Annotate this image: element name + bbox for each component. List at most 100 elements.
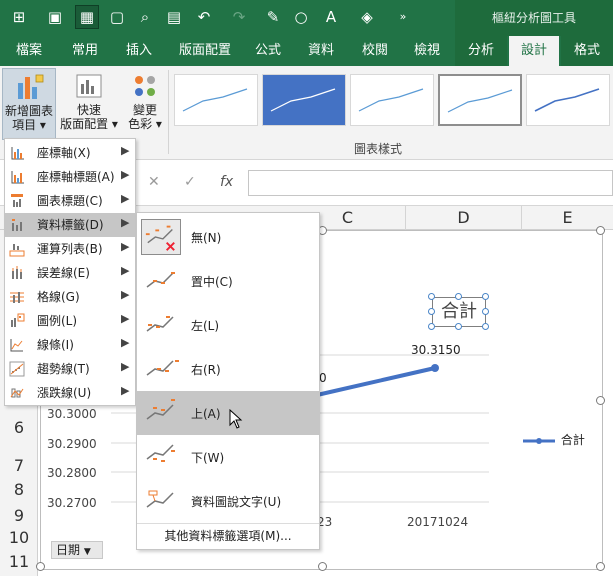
tab-view[interactable]: 檢視 (404, 36, 450, 66)
axis-titles-icon (11, 171, 24, 184)
chart-legend[interactable]: 合計 (521, 431, 585, 448)
row-header-6[interactable]: 6 (0, 418, 38, 437)
data-label[interactable]: 30.3150 (411, 343, 461, 357)
data-labels-submenu: 無(N) 置中(C) 左(L) 右(R) 上(A) 下(W) 資料圖說文字(U)… (136, 212, 320, 550)
add-chart-element-button[interactable]: 新增圖表 項目 ▾ (2, 68, 56, 140)
formula-input[interactable] (248, 170, 613, 196)
title-handle[interactable] (428, 308, 435, 315)
cancel-icon[interactable]: ✕ (148, 174, 160, 190)
data-label-partial: 0 (319, 371, 327, 385)
more-commands-icon[interactable]: » (392, 6, 414, 28)
title-handle[interactable] (482, 323, 489, 330)
chart-resize-handle[interactable] (36, 562, 45, 571)
row-header-9[interactable]: 9 (0, 506, 38, 525)
title-handle[interactable] (482, 293, 489, 300)
data-label-none-option[interactable]: 無(N) (137, 215, 319, 259)
chart-resize-handle[interactable] (596, 562, 605, 571)
chart-title-icon (11, 194, 23, 207)
tab-review[interactable]: 校閱 (352, 36, 398, 66)
date-field-label: 日期 (56, 543, 81, 557)
menu-item-axis-titles[interactable]: 座標軸標題(A) ▶ (5, 165, 135, 189)
menu-item-up-down-bars[interactable]: 漲跌線(U) ▶ (5, 381, 135, 405)
data-label-above-option[interactable]: 上(A) (137, 391, 319, 435)
tab-insert[interactable]: 插入 (114, 36, 164, 66)
submenu-arrow-icon: ▶ (121, 216, 130, 229)
print-preview-icon[interactable]: ⌕ (134, 6, 156, 28)
menu-item-legend[interactable]: 圖例(L) ▶ (5, 309, 135, 333)
tab-analyze[interactable]: 分析 (455, 36, 507, 66)
menu-item-data-labels[interactable]: 資料標籤(D) ▶ (5, 213, 135, 237)
insert-function-icon[interactable]: fx (220, 174, 233, 190)
menu-item-error-bars[interactable]: 誤差線(E) ▶ (5, 261, 135, 285)
gridlines-icon (10, 292, 24, 303)
tab-page-layout[interactable]: 版面配置 (172, 36, 238, 66)
chart-style-3[interactable] (350, 74, 434, 126)
more-data-label-options[interactable]: 其他資料標籤選項(M)... (137, 523, 319, 549)
date-field-button[interactable]: 日期 ▼ (51, 541, 103, 559)
series-point[interactable] (431, 364, 439, 372)
quick-layout-button[interactable]: 快速 版面配置 ▾ (58, 68, 120, 140)
tab-design[interactable]: 設計 (509, 36, 559, 66)
title-handle[interactable] (482, 308, 489, 315)
title-handle[interactable] (455, 323, 462, 330)
undo-icon[interactable]: ↶ (193, 6, 215, 28)
fill-color-icon[interactable]: ◈ (356, 6, 378, 28)
redo-icon[interactable]: ↷ (228, 6, 250, 28)
menu-item-data-table[interactable]: 運算列表(B) ▶ (5, 237, 135, 261)
enter-icon[interactable]: ✓ (184, 174, 196, 190)
save-icon[interactable]: ▣ (44, 6, 66, 28)
menu-item-label: 漲跌線(U) (37, 386, 92, 400)
menu-item-label: 線條(I) (37, 338, 74, 352)
tab-format[interactable]: 格式 (561, 36, 613, 66)
add-chart-element-label-2: 項目 ▾ (12, 118, 46, 132)
menu-item-axes[interactable]: 座標軸(X) ▶ (5, 141, 135, 165)
series-line[interactable] (315, 366, 437, 397)
x-tick-label: 20171024 (407, 515, 469, 529)
add-chart-element-label: 新增圖表 (4, 104, 53, 118)
menu-item-trendline[interactable]: 趨勢線(T) ▶ (5, 357, 135, 381)
title-handle[interactable] (428, 323, 435, 330)
chart-style-1[interactable] (174, 74, 258, 126)
eraser-icon[interactable]: ✎ (262, 6, 284, 28)
menu-item-gridlines[interactable]: 格線(G) ▶ (5, 285, 135, 309)
title-handle[interactable] (455, 293, 462, 300)
add-chart-element-menu: 座標軸(X) ▶ 座標軸標題(A) ▶ 圖表標題(C) ▶ 資料標籤(D) ▶ … (4, 138, 136, 406)
row-header-7[interactable]: 7 (0, 456, 38, 475)
data-label-below-option[interactable]: 下(W) (137, 435, 319, 479)
tab-formulas[interactable]: 公式 (246, 36, 290, 66)
chart-style-4[interactable] (438, 74, 522, 126)
menu-item-chart-title[interactable]: 圖表標題(C) ▶ (5, 189, 135, 213)
ribbon-tab-bar: 檔案 常用 插入 版面配置 公式 資料 校閱 檢視 分析 設計 格式 (0, 36, 613, 66)
data-label-left-option[interactable]: 左(L) (137, 303, 319, 347)
data-label-right-option[interactable]: 右(R) (137, 347, 319, 391)
font-color-icon[interactable]: A (320, 6, 342, 28)
row-header-8[interactable]: 8 (0, 480, 38, 499)
change-colors-button[interactable]: 變更 色彩 ▾ (122, 68, 168, 140)
row-header-10[interactable]: 10 (0, 528, 38, 547)
column-header-d[interactable]: D (406, 206, 522, 230)
tab-data[interactable]: 資料 (298, 36, 344, 66)
tab-file[interactable]: 檔案 (4, 36, 54, 66)
chart-resize-handle[interactable] (318, 562, 327, 571)
chart-resize-handle[interactable] (596, 226, 605, 235)
chart-style-5[interactable] (526, 74, 610, 126)
data-label-right-icon (146, 360, 179, 376)
border-icon[interactable]: ▢ (106, 6, 128, 28)
format-painter-icon[interactable]: ▤ (163, 6, 185, 28)
pivot-icon[interactable]: ⊞ (8, 6, 30, 28)
submenu-arrow-icon: ▶ (121, 312, 130, 325)
data-label-callout-option[interactable]: 資料圖說文字(U) (137, 479, 319, 523)
table-grid-icon[interactable]: ▦ (75, 5, 99, 29)
row-header-11[interactable]: 11 (0, 552, 38, 571)
data-label-center-option[interactable]: 置中(C) (137, 259, 319, 303)
menu-item-lines[interactable]: 線條(I) ▶ (5, 333, 135, 357)
tab-home[interactable]: 常用 (60, 36, 110, 66)
chart-resize-handle[interactable] (596, 396, 605, 405)
add-chart-element-icon (18, 74, 44, 99)
mouse-cursor-icon (229, 409, 243, 429)
y-tick-label: 30.2700 (47, 496, 97, 510)
submenu-arrow-icon: ▶ (121, 264, 130, 277)
title-handle[interactable] (428, 293, 435, 300)
chart-style-2[interactable] (262, 74, 346, 126)
shape-circle-icon[interactable]: ○ (290, 6, 312, 28)
